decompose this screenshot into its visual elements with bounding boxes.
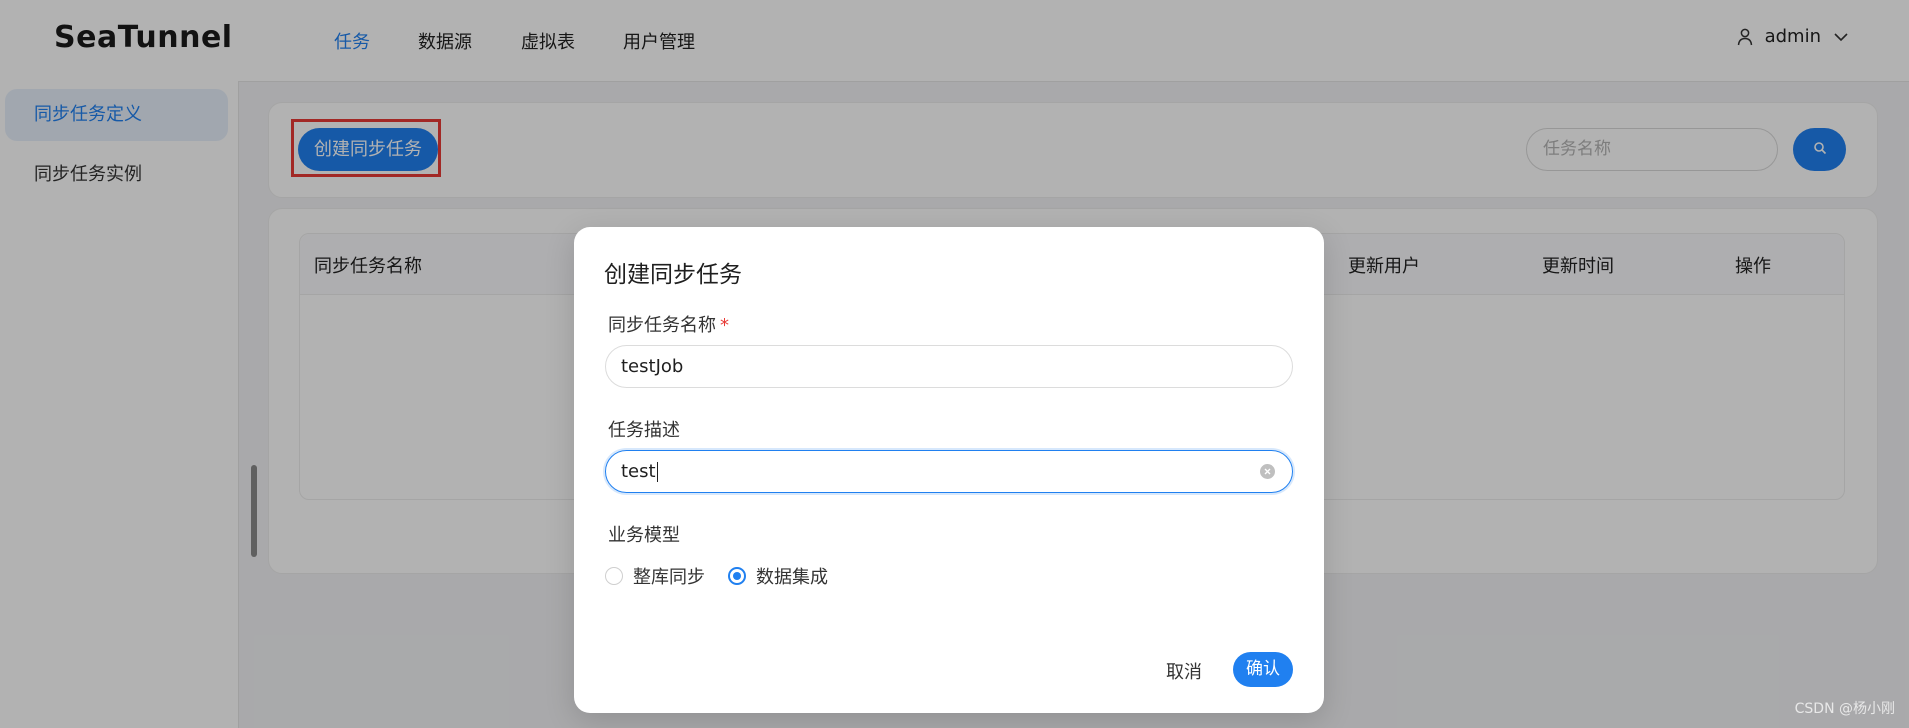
task-name-label: 同步任务名称 * (608, 315, 729, 336)
business-model-radio-group: 整库同步 数据集成 (605, 563, 851, 589)
clear-icon[interactable] (1260, 464, 1275, 479)
radio-option-data-integration[interactable]: 数据集成 (728, 563, 828, 589)
create-task-dialog: 创建同步任务 同步任务名称 * testJob 任务描述 test 业务模型 整库… (574, 227, 1324, 713)
task-description-value: test (621, 461, 656, 482)
watermark: CSDN @杨小刚 (1794, 701, 1895, 717)
radio-option-full-db-sync[interactable]: 整库同步 (605, 563, 705, 589)
confirm-button[interactable]: 确认 (1233, 652, 1293, 687)
required-mark: * (720, 315, 729, 336)
radio-checked-icon (728, 567, 746, 585)
task-description-label: 任务描述 (608, 420, 680, 441)
cancel-button[interactable]: 取消 (1166, 658, 1202, 684)
task-description-input[interactable]: test (605, 450, 1293, 493)
task-name-input[interactable]: testJob (605, 345, 1293, 388)
text-caret (656, 462, 658, 482)
task-name-value: testJob (621, 356, 684, 377)
dialog-title: 创建同步任务 (604, 262, 742, 288)
radio-unchecked-icon (605, 567, 623, 585)
business-model-label: 业务模型 (608, 525, 680, 546)
